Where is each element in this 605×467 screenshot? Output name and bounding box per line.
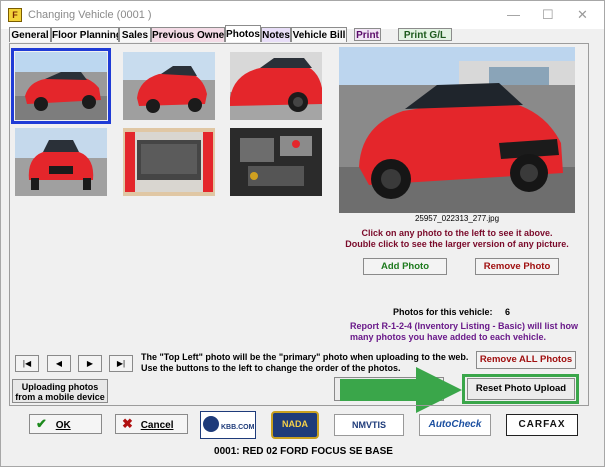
move-first-button[interactable]: |◀ <box>15 355 39 372</box>
print-button[interactable]: Print <box>354 28 381 41</box>
remove-all-photos-button[interactable]: Remove ALL Photos <box>476 351 576 369</box>
photo-count-value: 6 <box>505 307 511 317</box>
close-icon[interactable]: ✕ <box>577 7 588 23</box>
app-logo-icon: F <box>8 8 22 22</box>
report-note: Report R-1-2-4 (Inventory Listing - Basi… <box>350 321 579 342</box>
autocheck-logo-text: AutoCheck <box>428 419 482 430</box>
carfax-logo-text: CARFAX <box>518 419 566 430</box>
minimize-icon[interactable]: — <box>507 7 520 22</box>
ok-button[interactable]: ✔ OK <box>29 414 102 434</box>
vehicle-status: 0001: RED 02 FORD FOCUS SE BASE <box>214 446 393 457</box>
arrow-pointer-icon <box>340 367 462 413</box>
kbb-logo[interactable]: KBB.COM <box>200 411 256 439</box>
photo-thumbnail-3[interactable] <box>230 52 322 120</box>
window-title: Changing Vehicle (0001 ) <box>28 9 152 21</box>
photo-thumbnail-2[interactable] <box>123 52 215 120</box>
reset-photo-upload-button[interactable]: Reset Photo Upload <box>467 378 575 400</box>
mobile-upload-button[interactable]: Uploading photos from a mobile device <box>12 379 108 403</box>
photo-count-label: Photos for this vehicle: <box>393 307 493 317</box>
nada-logo[interactable]: NADA <box>271 411 319 439</box>
remove-photo-button[interactable]: Remove Photo <box>475 258 559 275</box>
add-photo-button[interactable]: Add Photo <box>363 258 447 275</box>
move-previous-button[interactable]: ◀ <box>47 355 71 372</box>
cancel-label: Cancel <box>140 420 174 431</box>
cancel-button[interactable]: ✖ Cancel <box>115 414 188 434</box>
primary-note-line-1: The "Top Left" photo will be the "primar… <box>141 352 469 362</box>
nmvtis-logo[interactable]: NMVTIS <box>334 414 404 436</box>
kbb-logo-text: KBB.COM <box>221 424 255 431</box>
tab-previous-owner[interactable]: Previous Owner <box>151 27 225 42</box>
nmvtis-logo-text: NMVTIS <box>351 420 386 430</box>
nada-logo-text: NADA <box>282 419 308 429</box>
autocheck-logo[interactable]: AutoCheck <box>419 414 491 436</box>
ok-label: OK <box>55 420 71 431</box>
check-icon: ✔ <box>36 416 47 431</box>
main-photo[interactable] <box>339 47 575 213</box>
photo-instructions: Click on any photo to the left to see it… <box>339 228 575 250</box>
tab-general[interactable]: General <box>9 27 51 42</box>
instructions-line-1: Click on any photo to the left to see it… <box>361 228 553 238</box>
tab-photos[interactable]: Photos <box>225 25 261 42</box>
x-icon: ✖ <box>122 416 133 431</box>
photo-thumbnail-4[interactable] <box>15 128 107 196</box>
instructions-line-2: Double click to see the larger version o… <box>345 239 569 249</box>
tab-vehicle-bill[interactable]: Vehicle Bill <box>291 27 347 42</box>
move-next-button[interactable]: ▶ <box>78 355 102 372</box>
print-gl-button[interactable]: Print G/L <box>398 28 452 41</box>
title-bar: F Changing Vehicle (0001 ) — ☐ ✕ <box>1 1 604 29</box>
carfax-logo[interactable]: CARFAX <box>506 414 578 436</box>
move-last-button[interactable]: ▶| <box>109 355 133 372</box>
main-photo-filename: 25957_022313_277.jpg <box>414 214 500 223</box>
photo-thumbnail-5[interactable] <box>123 128 215 196</box>
photo-thumbnail-1[interactable] <box>11 48 111 124</box>
maximize-icon[interactable]: ☐ <box>542 7 554 23</box>
kbb-badge-icon <box>203 416 219 432</box>
photo-count: Photos for this vehicle: 6 <box>393 307 510 317</box>
vehicle-window: F Changing Vehicle (0001 ) — ☐ ✕ General… <box>0 0 605 467</box>
tab-sales[interactable]: Sales <box>119 27 151 42</box>
photo-thumbnail-6[interactable] <box>230 128 322 196</box>
tab-notes[interactable]: Notes <box>261 27 291 42</box>
tab-floor-planning[interactable]: Floor Planning <box>51 27 119 42</box>
